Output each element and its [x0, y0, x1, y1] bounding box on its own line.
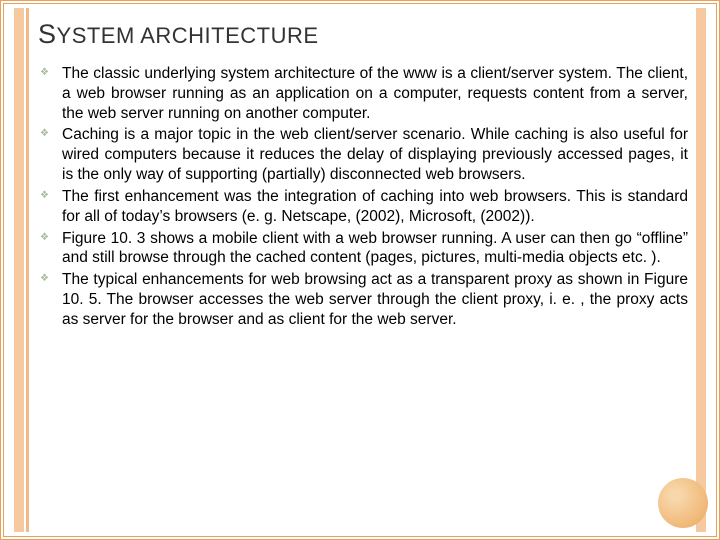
bullet-text: The classic underlying system architectu…: [62, 65, 688, 122]
diamond-bullet-icon: ❖: [40, 274, 50, 284]
content-area: ❖ The classic underlying system architec…: [40, 64, 688, 526]
slide-frame: SYSTEM ARCHITECTURE ❖ The classic underl…: [0, 0, 720, 540]
list-item: ❖ The typical enhancements for web brows…: [40, 270, 688, 329]
diamond-bullet-icon: ❖: [40, 233, 50, 243]
decor-bar-left: [14, 8, 24, 532]
title-word1-rest: YSTEM: [57, 23, 135, 48]
list-item: ❖ Caching is a major topic in the web cl…: [40, 125, 688, 184]
bullet-text: Figure 10. 3 shows a mobile client with …: [62, 230, 688, 267]
bullet-text: Caching is a major topic in the web clie…: [62, 126, 688, 183]
diamond-bullet-icon: ❖: [40, 129, 50, 139]
list-item: ❖ The first enhancement was the integrat…: [40, 187, 688, 227]
bullet-text: The first enhancement was the integratio…: [62, 188, 688, 225]
diamond-bullet-icon: ❖: [40, 191, 50, 201]
title-word2: ARCHITECTURE: [140, 23, 318, 48]
list-item: ❖ The classic underlying system architec…: [40, 64, 688, 123]
decor-bar-right: [696, 8, 706, 532]
decor-corner-circle: [658, 478, 708, 528]
bullet-list: ❖ The classic underlying system architec…: [40, 64, 688, 330]
list-item: ❖ Figure 10. 3 shows a mobile client wit…: [40, 229, 688, 269]
title-word1-first: S: [38, 19, 57, 49]
decor-bar-left-inner: [26, 8, 29, 532]
title-container: SYSTEM ARCHITECTURE: [32, 14, 676, 54]
slide-title: SYSTEM ARCHITECTURE: [38, 19, 319, 50]
diamond-bullet-icon: ❖: [40, 68, 50, 78]
bullet-text: The typical enhancements for web browsin…: [62, 271, 688, 328]
